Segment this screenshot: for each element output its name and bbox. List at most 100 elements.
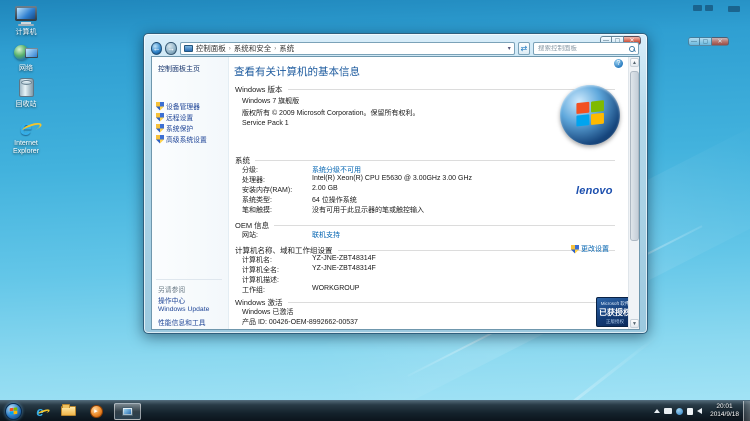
- taskbar-clock[interactable]: 20:01 2014/9/18: [710, 403, 739, 419]
- taskbar-system-window-button[interactable]: [114, 403, 141, 420]
- row-label: 安装内存(RAM):: [242, 185, 292, 195]
- screen-corner-mark: [705, 5, 713, 11]
- desktop-icon-internet-explorer[interactable]: e Internet Explorer: [2, 117, 50, 156]
- pen-touch-value: 没有可用于此显示器的笔或触控输入: [312, 205, 424, 215]
- service-pack: Service Pack 1: [242, 120, 289, 127]
- sidebar-item-device-manager[interactable]: 设备管理器: [156, 101, 200, 111]
- sidebar-item-action-center[interactable]: 操作中心: [158, 295, 185, 305]
- sidebar-item-remote-settings[interactable]: 远程设置: [156, 112, 193, 122]
- processor-value: Intel(R) Xeon(R) CPU E5630 @ 3.00GHz 3.0…: [312, 175, 472, 182]
- system-window-icon: [122, 407, 133, 416]
- breadcrumb-segment[interactable]: 控制面板: [196, 43, 226, 54]
- breadcrumb-segment[interactable]: 系统和安全: [234, 43, 272, 54]
- search-box[interactable]: [533, 42, 639, 55]
- sidebar-item-performance-tools[interactable]: 性能信息和工具: [158, 317, 206, 327]
- refresh-button[interactable]: [518, 42, 530, 55]
- action-center-icon[interactable]: [687, 408, 693, 415]
- desktop-icon-label: 计算机: [2, 29, 50, 37]
- sidebar-item-control-panel-home[interactable]: 控制面板主页: [158, 64, 200, 74]
- section-oem: OEM 信息: [235, 220, 615, 231]
- ie-icon: e: [36, 405, 43, 418]
- scroll-up-icon[interactable]: [630, 58, 639, 67]
- product-id: 产品 ID: 00426-OEM-8992662-00537: [242, 317, 358, 327]
- workgroup-value: WORKGROUP: [312, 285, 359, 292]
- scrollbar-thumb[interactable]: [630, 71, 639, 241]
- desktop-icon-computer[interactable]: 计算机: [2, 6, 50, 37]
- sidebar-item-windows-update[interactable]: Windows Update: [158, 306, 209, 313]
- windows-logo: [560, 85, 620, 145]
- main-panel: 查看有关计算机的基本信息 Windows 版本 Windows 7 旗舰版 版权…: [230, 57, 631, 329]
- full-computer-name-value: YZ-JNE-ZBT48314F: [312, 265, 376, 272]
- taskbar-ie-button[interactable]: e: [30, 403, 50, 420]
- sidebar-divider: [156, 279, 222, 280]
- row-label: 计算机名:: [242, 255, 272, 265]
- taskbar-media-player-button[interactable]: [86, 403, 106, 420]
- desktop-icon-label: 回收站: [2, 101, 50, 109]
- network-status-icon[interactable]: [676, 408, 683, 415]
- row-label: 系统类型:: [242, 195, 272, 205]
- memory-value: 2.00 GB: [312, 185, 338, 192]
- page-title: 查看有关计算机的基本信息: [234, 64, 360, 79]
- recycle-bin-icon: [14, 78, 38, 100]
- search-icon: [628, 45, 636, 53]
- breadcrumb-segment[interactable]: 系统: [279, 43, 294, 54]
- row-label: 工作组:: [242, 285, 265, 295]
- desktop-icon-recycle-bin[interactable]: 回收站: [2, 78, 50, 109]
- sidebar: 控制面板主页 设备管理器 远程设置 系统保护 高级系统设置: [152, 57, 229, 329]
- sidebar-item-system-protection[interactable]: 系统保护: [156, 123, 193, 133]
- network-icon: [14, 42, 38, 64]
- scroll-down-icon[interactable]: [630, 319, 639, 328]
- sidebar-item-advanced-settings[interactable]: 高级系统设置: [156, 134, 207, 144]
- folder-icon: [61, 406, 76, 416]
- start-button[interactable]: [5, 403, 22, 420]
- system-type-value: 64 位操作系统: [312, 195, 357, 205]
- breadcrumb[interactable]: 控制面板 › 系统和安全 › 系统 ▾: [180, 42, 515, 55]
- window-content: 控制面板主页 设备管理器 远程设置 系统保护 高级系统设置: [151, 56, 640, 330]
- system-tray: [654, 408, 702, 415]
- vertical-scrollbar[interactable]: [628, 57, 639, 329]
- show-desktop-button[interactable]: [743, 401, 750, 421]
- desktop-icon-label: 网络: [2, 65, 50, 73]
- address-bar: 控制面板 › 系统和安全 › 系统 ▾: [151, 41, 639, 56]
- uac-shield-icon: [156, 113, 164, 122]
- close-icon: ✕: [712, 37, 729, 46]
- online-support-link[interactable]: 联机支持: [312, 230, 340, 240]
- row-label: 笔和触摸:: [242, 205, 272, 215]
- copyright-text: 版权所有 © 2009 Microsoft Corporation。保留所有权利…: [242, 108, 419, 118]
- system-icon: [184, 45, 193, 52]
- rating-link[interactable]: 系统分级不可用: [312, 165, 361, 175]
- edition-name: Windows 7 旗舰版: [242, 96, 299, 106]
- row-label: 分级:: [242, 165, 258, 175]
- row-label: 计算机全名:: [242, 265, 279, 275]
- lenovo-logo: lenovo: [576, 185, 613, 197]
- volume-icon[interactable]: [697, 408, 702, 414]
- row-label: 处理器:: [242, 175, 265, 185]
- desktop-icon-network[interactable]: 网络: [2, 42, 50, 73]
- screen-corner-mark: [693, 5, 702, 11]
- search-input[interactable]: [536, 45, 628, 52]
- ime-icon[interactable]: [664, 408, 672, 414]
- section-computer-name: 计算机名称、域和工作组设置: [235, 245, 615, 256]
- taskbar: e 20:01 2014/9/18: [0, 400, 750, 421]
- change-settings-link[interactable]: 更改设置: [571, 244, 609, 254]
- hidden-icons-icon[interactable]: [654, 409, 660, 413]
- activation-status: Windows 已激活: [242, 307, 293, 317]
- maximize-icon: ▢: [700, 37, 712, 46]
- uac-shield-icon: [156, 135, 164, 144]
- uac-shield-icon: [156, 124, 164, 133]
- chevron-right-icon: ›: [229, 46, 231, 52]
- forward-button[interactable]: [165, 42, 176, 55]
- clock-time: 20:01: [710, 403, 739, 411]
- row-label: 计算机描述:: [242, 275, 279, 285]
- minimize-icon: —: [688, 37, 700, 46]
- see-also-heading: 另请参阅: [158, 284, 185, 294]
- back-button[interactable]: [151, 42, 162, 55]
- desktop: 计算机 网络 回收站 e Internet Explorer — ▢ ✕ — ▢…: [0, 0, 750, 421]
- windows-flag-icon: [573, 98, 607, 132]
- section-system: 系统: [235, 155, 615, 166]
- caption-buttons-artifact: — ▢ ✕: [688, 37, 729, 46]
- computer-icon: [14, 6, 38, 28]
- taskbar-explorer-button[interactable]: [58, 403, 78, 420]
- uac-shield-icon: [156, 102, 164, 111]
- chevron-down-icon[interactable]: ▾: [508, 45, 511, 52]
